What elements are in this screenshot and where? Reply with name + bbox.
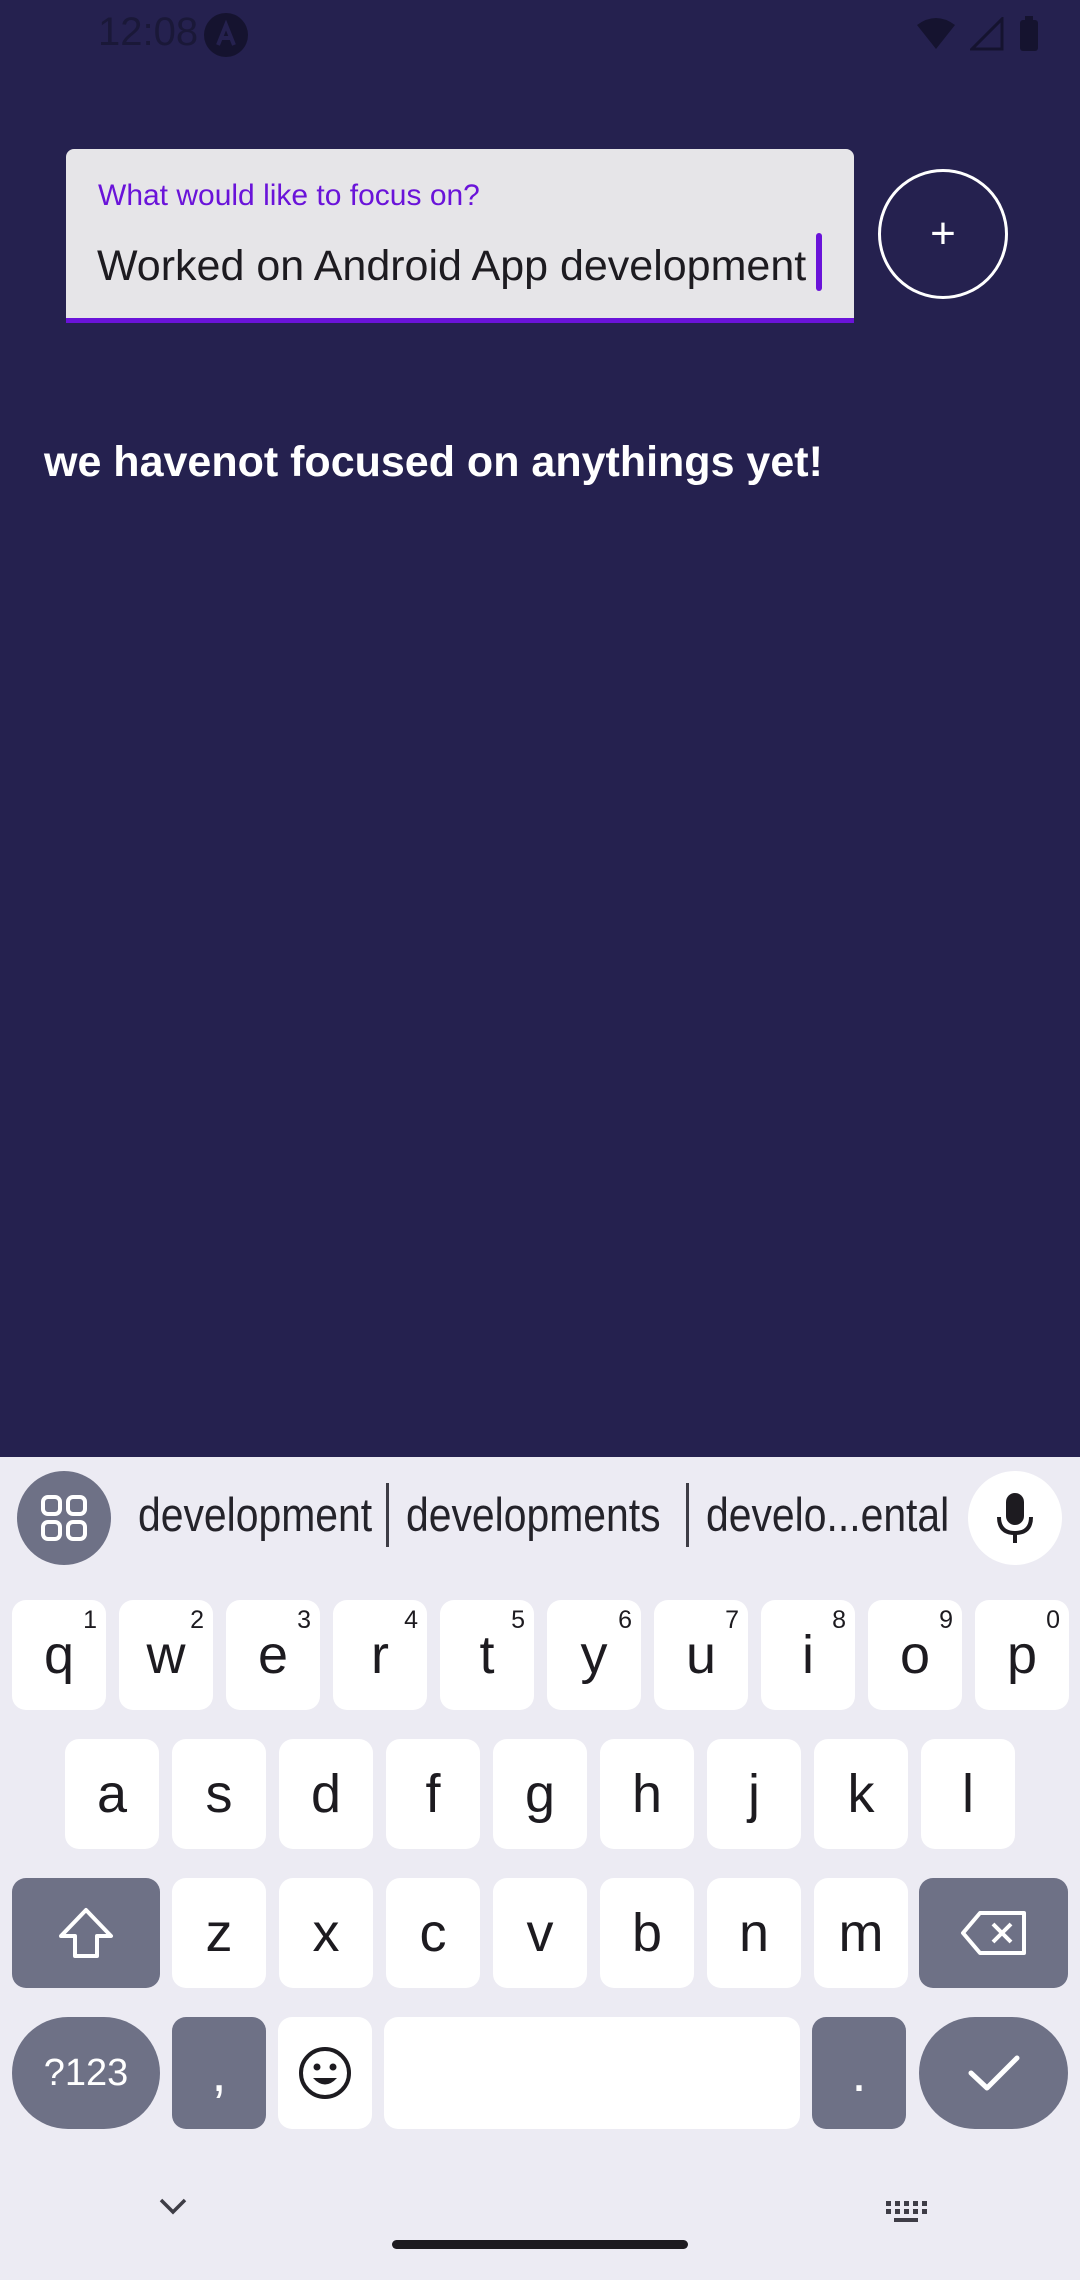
app-notification-icon bbox=[204, 13, 248, 57]
key-hint: 4 bbox=[404, 1606, 418, 1634]
suggestion-1[interactable]: development bbox=[138, 1487, 372, 1542]
key-label: o bbox=[899, 1625, 931, 1685]
key-u[interactable]: u7 bbox=[654, 1600, 748, 1710]
key-hint: 0 bbox=[1046, 1606, 1060, 1634]
suggestion-divider bbox=[386, 1483, 389, 1547]
key-hint: 7 bbox=[725, 1606, 739, 1634]
key-label: k bbox=[847, 1764, 875, 1824]
empty-state-message: we havenot focused on anythings yet! bbox=[44, 438, 823, 486]
key-label: p bbox=[1006, 1625, 1038, 1685]
key-d[interactable]: d bbox=[279, 1739, 373, 1849]
key-j[interactable]: j bbox=[707, 1739, 801, 1849]
status-icons bbox=[916, 14, 1040, 54]
suggestion-divider bbox=[686, 1483, 689, 1547]
add-goal-button[interactable]: + bbox=[878, 169, 1008, 299]
apps-grid-icon[interactable] bbox=[17, 1471, 111, 1565]
key-hint: 1 bbox=[83, 1606, 97, 1634]
enter-key[interactable] bbox=[919, 2017, 1068, 2129]
key-label: a bbox=[96, 1764, 128, 1824]
key-label: y bbox=[580, 1625, 608, 1685]
key-label: w bbox=[146, 1625, 186, 1685]
key-label: q bbox=[43, 1625, 75, 1685]
key-w[interactable]: w2 bbox=[119, 1600, 213, 1710]
key-label: s bbox=[205, 1764, 233, 1824]
key-z[interactable]: z bbox=[172, 1878, 266, 1988]
soft-keyboard: development developments develo...ental … bbox=[0, 1457, 1080, 2280]
key-q[interactable]: q1 bbox=[12, 1600, 106, 1710]
key-y[interactable]: y6 bbox=[547, 1600, 641, 1710]
suggestion-2[interactable]: developments bbox=[406, 1487, 661, 1542]
key-label: i bbox=[802, 1625, 814, 1685]
key-label: l bbox=[962, 1764, 974, 1824]
key-x[interactable]: x bbox=[279, 1878, 373, 1988]
focus-field-value[interactable]: Worked on Android App development bbox=[97, 242, 806, 291]
key-label: g bbox=[524, 1764, 556, 1824]
key-h[interactable]: h bbox=[600, 1739, 694, 1849]
key-hint: 6 bbox=[618, 1606, 632, 1634]
key-label: d bbox=[310, 1764, 342, 1824]
backspace-icon bbox=[960, 1911, 1026, 1955]
key-label: j bbox=[748, 1764, 760, 1824]
home-indicator[interactable] bbox=[392, 2240, 688, 2249]
key-hint: 8 bbox=[832, 1606, 846, 1634]
keyboard-switch-icon[interactable] bbox=[884, 2199, 928, 2230]
key-k[interactable]: k bbox=[814, 1739, 908, 1849]
battery-icon bbox=[1020, 16, 1038, 51]
key-label: u bbox=[685, 1625, 717, 1685]
key-s[interactable]: s bbox=[172, 1739, 266, 1849]
key-label: c bbox=[419, 1903, 447, 1963]
key-v[interactable]: v bbox=[493, 1878, 587, 1988]
period-key[interactable]: . bbox=[812, 2017, 906, 2129]
checkmark-icon bbox=[968, 2055, 1019, 2091]
key-label: v bbox=[526, 1903, 554, 1963]
key-label: h bbox=[631, 1764, 663, 1824]
key-n[interactable]: n bbox=[707, 1878, 801, 1988]
signal-icon bbox=[970, 17, 1004, 51]
symbols-key[interactable]: ?123 bbox=[12, 2017, 160, 2129]
key-label: t bbox=[479, 1625, 495, 1685]
key-r[interactable]: r4 bbox=[333, 1600, 427, 1710]
wifi-icon bbox=[917, 18, 955, 49]
key-e[interactable]: e3 bbox=[226, 1600, 320, 1710]
comma-key[interactable]: , bbox=[172, 2017, 266, 2129]
key-label: n bbox=[738, 1903, 770, 1963]
key-o[interactable]: o9 bbox=[868, 1600, 962, 1710]
focus-text-field[interactable]: What would like to focus on? Worked on A… bbox=[66, 149, 854, 323]
key-g[interactable]: g bbox=[493, 1739, 587, 1849]
microphone-icon[interactable] bbox=[968, 1471, 1062, 1565]
status-time: 12:08 bbox=[98, 10, 199, 54]
key-b[interactable]: b bbox=[600, 1878, 694, 1988]
shift-arrow-icon bbox=[59, 1908, 113, 1958]
key-f[interactable]: f bbox=[386, 1739, 480, 1849]
key-l[interactable]: l bbox=[921, 1739, 1015, 1849]
key-label: m bbox=[838, 1903, 884, 1963]
emoji-icon bbox=[299, 2047, 351, 2099]
key-i[interactable]: i8 bbox=[761, 1600, 855, 1710]
space-key[interactable] bbox=[384, 2017, 800, 2129]
hide-keyboard-chevron-icon[interactable] bbox=[158, 2196, 188, 2221]
emoji-key[interactable] bbox=[278, 2017, 372, 2129]
key-label: x bbox=[312, 1903, 340, 1963]
key-a[interactable]: a bbox=[65, 1739, 159, 1849]
key-hint: 3 bbox=[297, 1606, 311, 1634]
key-label: z bbox=[205, 1903, 233, 1963]
backspace-key[interactable] bbox=[919, 1878, 1068, 1988]
key-label: f bbox=[425, 1764, 441, 1824]
key-label: b bbox=[631, 1903, 663, 1963]
shift-key[interactable] bbox=[12, 1878, 160, 1988]
key-label: e bbox=[257, 1625, 289, 1685]
key-c[interactable]: c bbox=[386, 1878, 480, 1988]
text-cursor bbox=[816, 233, 822, 291]
key-label: r bbox=[371, 1625, 389, 1685]
key-hint: 9 bbox=[939, 1606, 953, 1634]
key-m[interactable]: m bbox=[814, 1878, 908, 1988]
suggestion-3[interactable]: develo...ental bbox=[706, 1487, 949, 1542]
key-hint: 2 bbox=[190, 1606, 204, 1634]
key-hint: 5 bbox=[511, 1606, 525, 1634]
key-t[interactable]: t5 bbox=[440, 1600, 534, 1710]
key-p[interactable]: p0 bbox=[975, 1600, 1069, 1710]
focus-field-label: What would like to focus on? bbox=[98, 179, 480, 212]
